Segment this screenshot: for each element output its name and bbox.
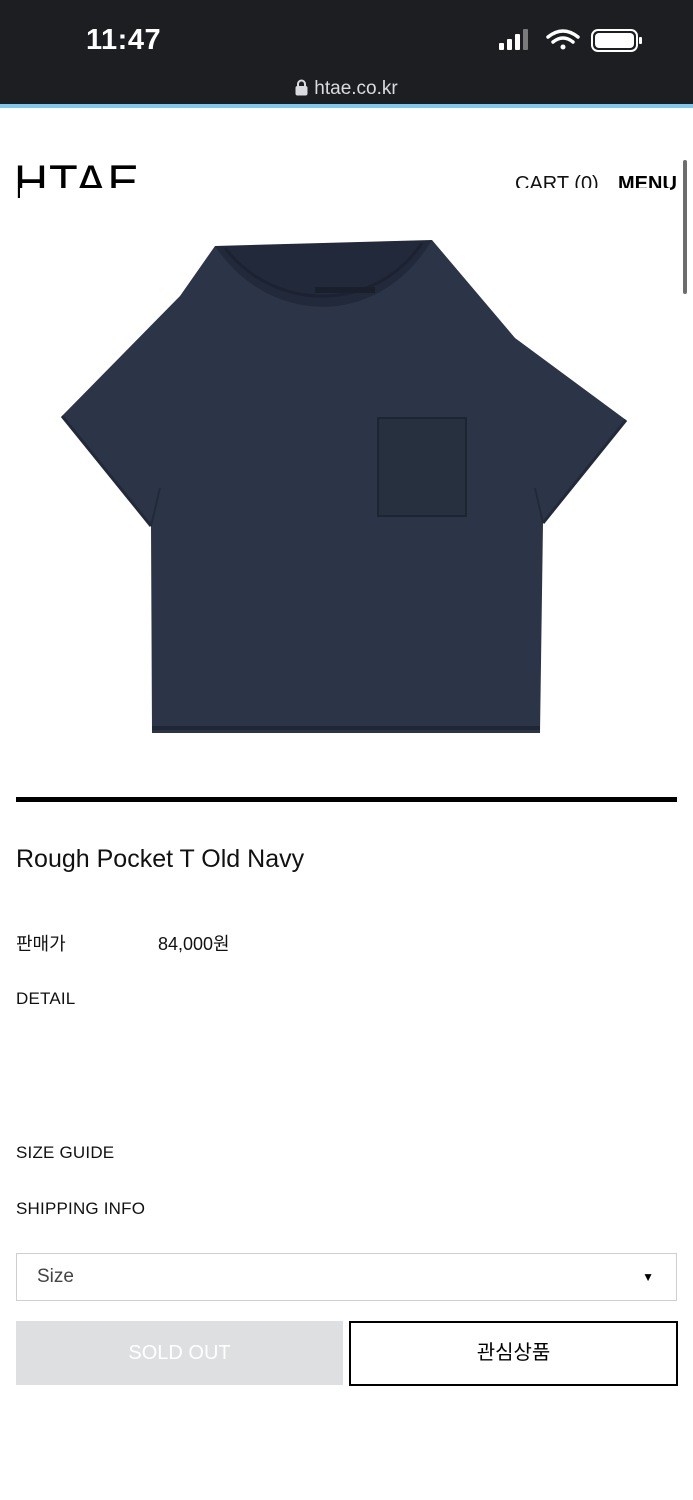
section-divider [16, 797, 677, 802]
status-icons [497, 27, 643, 62]
clock: 11:47 [86, 24, 162, 56]
shipping-info-link[interactable]: SHIPPING INFO [16, 1199, 145, 1219]
status-bar: 11:47 htae.co.kr [0, 0, 693, 104]
battery-icon [591, 29, 642, 52]
lock-icon [295, 79, 308, 102]
scrollbar[interactable] [683, 160, 687, 294]
price-label: 판매가 [16, 934, 66, 954]
detail-link[interactable]: DETAIL [16, 989, 75, 1009]
product-name: Rough Pocket T Old Navy [16, 845, 305, 873]
dropdown-arrow-icon: ▼ [642, 1270, 654, 1284]
size-select-value: Size [37, 1266, 74, 1287]
address-bar[interactable]: htae.co.kr [0, 78, 693, 102]
signal-icon [499, 29, 528, 50]
size-guide-link[interactable]: SIZE GUIDE [16, 1143, 114, 1163]
price-value: 84,000원 [158, 934, 230, 954]
page-load-line [0, 104, 693, 108]
sold-out-button[interactable]: SOLD OUT [16, 1321, 343, 1385]
url-text: htae.co.kr [314, 78, 398, 99]
wishlist-button[interactable]: 관심상품 [349, 1321, 678, 1386]
product-image [20, 188, 670, 778]
wifi-icon [546, 29, 580, 50]
size-select[interactable]: Size ▼ [16, 1253, 677, 1301]
